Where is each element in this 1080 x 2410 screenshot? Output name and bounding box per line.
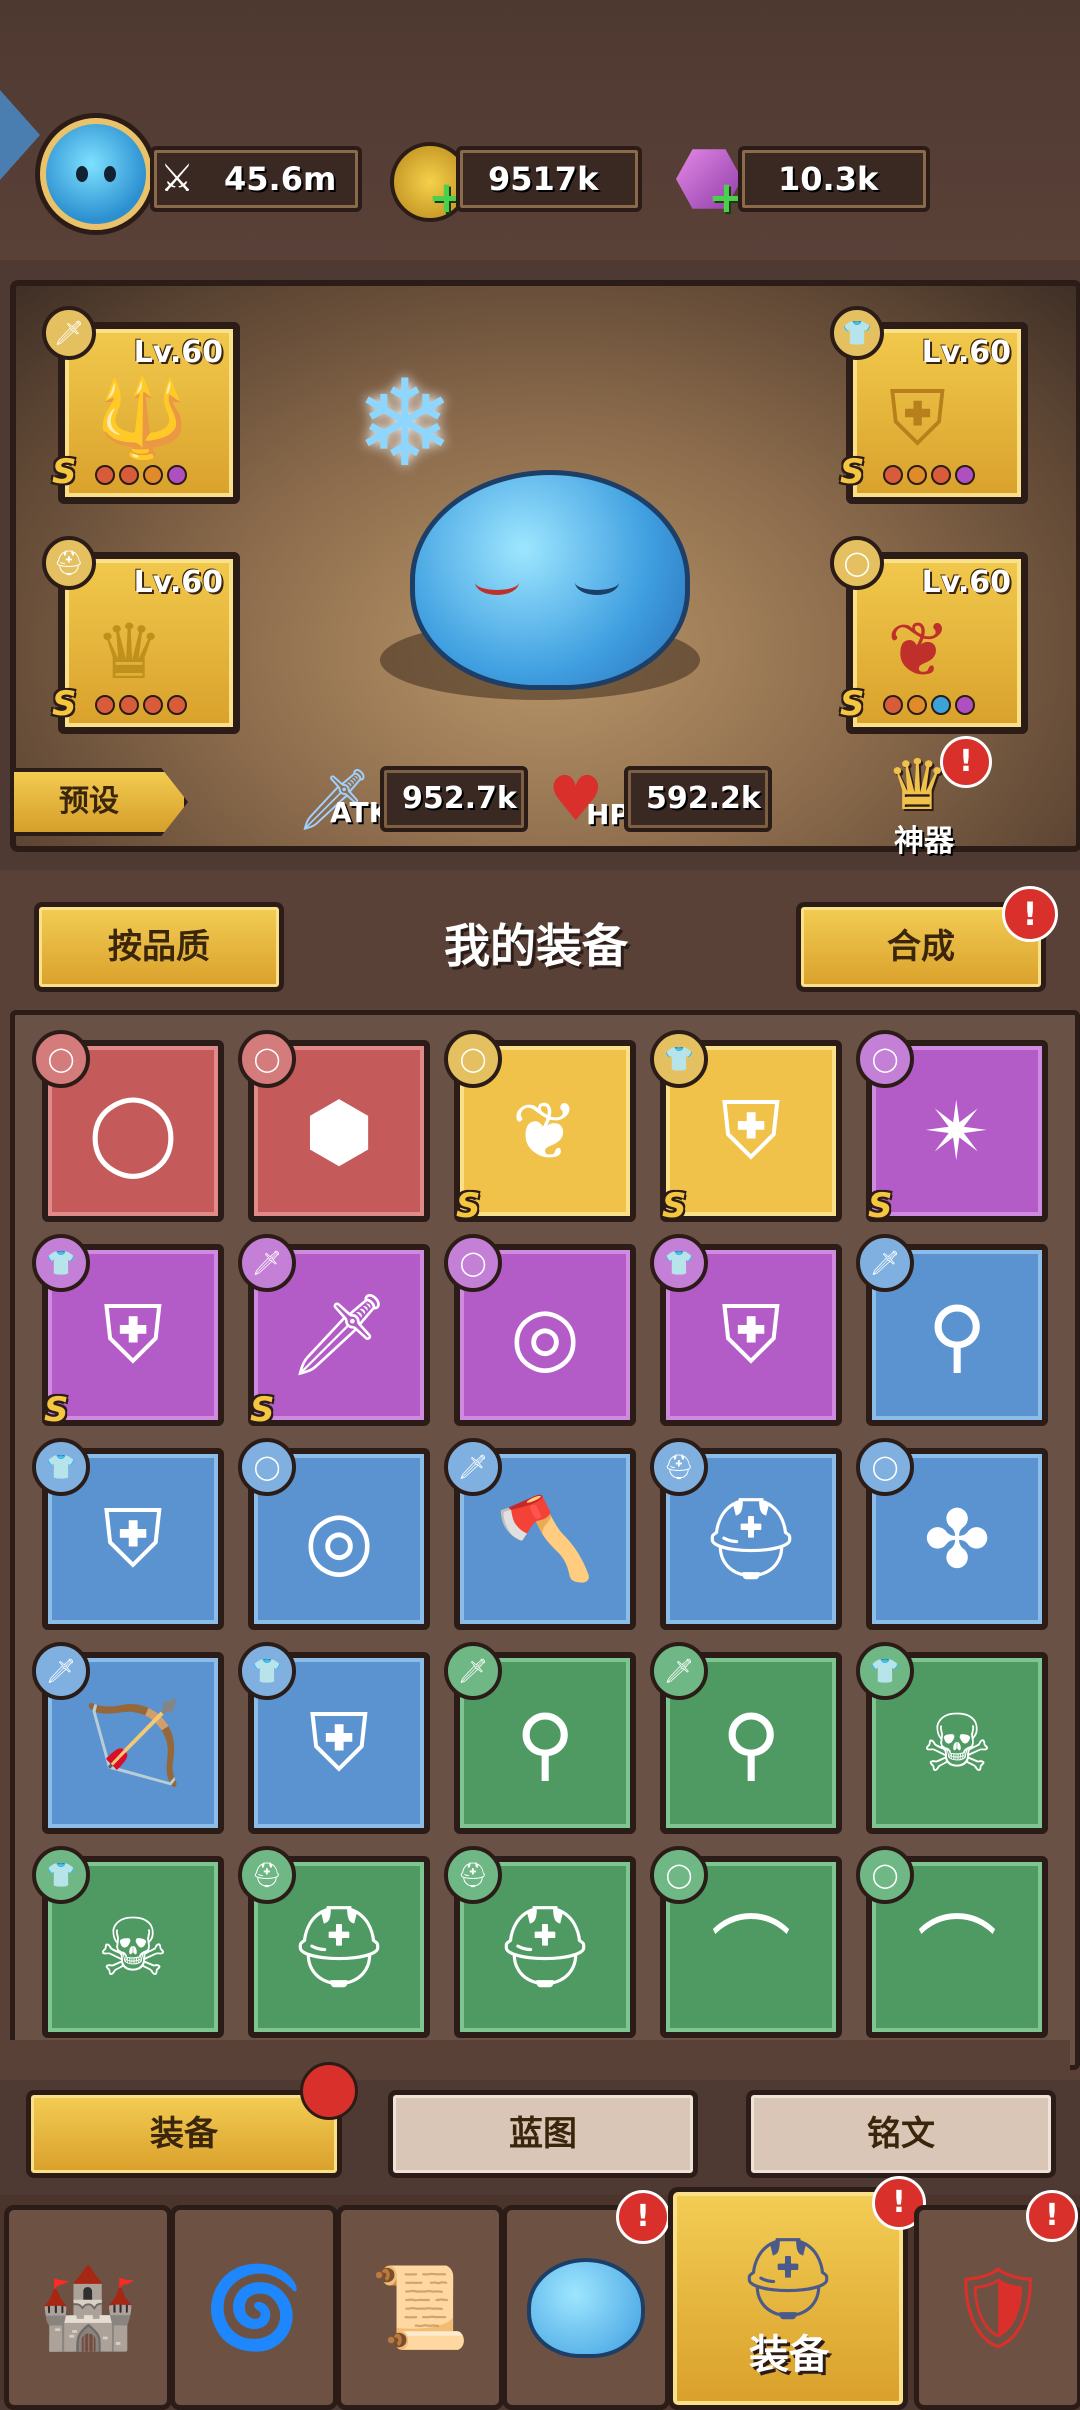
ring-type-icon: ◯: [856, 1438, 914, 1496]
grade-badge: S: [44, 1390, 69, 1430]
sword-type-icon: 🗡: [444, 1438, 502, 1496]
equipment-grid-items: ◯ ◯ ⬢ ◯ ❦ ◯ S ⛨ 👕 S ✴ ◯ S ⛨ 👕 S 🗡 🗡 S ◎ ◯ ⛨ 👕 ⚲ 🗡 ⛨ 👕 ◎ ◯ 🪓 🗡 ⛑ ⛑ ✤ ◯ 🏹 🗡 ⛨ 👕 ⚲…: [0, 0, 1080, 2060]
nav-map[interactable]: 📜: [336, 2205, 504, 2410]
equipment-item[interactable]: ✴ ◯ S: [856, 1030, 1048, 1226]
grade-badge: S: [250, 1390, 275, 1430]
equipment-item[interactable]: 🗡 🗡 S: [238, 1234, 430, 1430]
ring-type-icon: ◯: [238, 1438, 296, 1496]
armor-type-icon: 👕: [32, 1846, 90, 1904]
sword-type-icon: 🗡: [650, 1642, 708, 1700]
tab-equipment-badge: [300, 2062, 358, 2120]
nav-equipment[interactable]: ⛑ 装备: [668, 2187, 908, 2410]
equipment-item[interactable]: ❦ ◯ S: [444, 1030, 636, 1226]
equipment-item[interactable]: ⚲ 🗡: [444, 1642, 636, 1834]
armor-type-icon: 👕: [856, 1642, 914, 1700]
equipment-item[interactable]: ☠ 👕: [856, 1642, 1048, 1834]
ring-type-icon: ◯: [650, 1846, 708, 1904]
sword-type-icon: 🗡: [444, 1642, 502, 1700]
equipment-item[interactable]: ◎ ◯: [444, 1234, 636, 1426]
helmet-type-icon: ⛑: [444, 1846, 502, 1904]
ring-type-icon: ◯: [444, 1030, 502, 1088]
equipment-item[interactable]: ⛨ 👕 S: [32, 1234, 224, 1430]
tab-inscription[interactable]: 铭文: [746, 2090, 1056, 2178]
grid-scroll-fade: [10, 2040, 1070, 2080]
grade-badge: S: [868, 1186, 893, 1226]
slime-icon: [527, 2257, 645, 2358]
equipment-item[interactable]: ☠ 👕: [32, 1846, 224, 2038]
scroll-map-icon: 📜: [370, 2260, 470, 2354]
nav-slime-alert-badge: !: [616, 2190, 670, 2244]
castle-icon: 🏰: [38, 2260, 138, 2354]
equipment-item[interactable]: ⚲ 🗡: [650, 1642, 842, 1834]
guild-banner-icon: 🛡: [947, 2260, 1049, 2354]
nav-guild-alert-badge: !: [1026, 2190, 1078, 2242]
sword-type-icon: 🗡: [32, 1642, 90, 1700]
equipment-item[interactable]: ⛑ ⛑: [650, 1438, 842, 1630]
ring-type-icon: ◯: [238, 1030, 296, 1088]
equipment-item[interactable]: 🏹 🗡: [32, 1642, 224, 1834]
equipment-item[interactable]: ⛨ 👕: [32, 1438, 224, 1630]
equipment-item[interactable]: 🪓 🗡: [444, 1438, 636, 1630]
helmet-icon: ⛑: [737, 2231, 839, 2325]
ring-type-icon: ◯: [32, 1030, 90, 1088]
nav-castle[interactable]: 🏰: [4, 2205, 172, 2410]
nav-rune[interactable]: 🌀: [170, 2205, 338, 2410]
equipment-item[interactable]: ⛑ ⛑: [444, 1846, 636, 2038]
armor-type-icon: 👕: [650, 1234, 708, 1292]
grade-badge: S: [662, 1186, 687, 1226]
equipment-item[interactable]: ◯ ◯: [32, 1030, 224, 1222]
grade-badge: S: [456, 1186, 481, 1226]
nav-equipment-label: 装备: [749, 2332, 829, 2378]
equipment-item[interactable]: ⚲ 🗡: [856, 1234, 1048, 1426]
sword-type-icon: 🗡: [856, 1234, 914, 1292]
equipment-item[interactable]: ◎ ◯: [238, 1438, 430, 1630]
equipment-item[interactable]: ⌒ ◯: [856, 1846, 1048, 2038]
equipment-item[interactable]: ⛨ 👕: [650, 1234, 842, 1426]
tab-equipment[interactable]: 装备: [26, 2090, 342, 2178]
rune-stone-icon: 🌀: [204, 2260, 304, 2354]
helmet-type-icon: ⛑: [238, 1846, 296, 1904]
tab-blueprint[interactable]: 蓝图: [388, 2090, 698, 2178]
equipment-item[interactable]: ⌒ ◯: [650, 1846, 842, 2038]
helmet-type-icon: ⛑: [650, 1438, 708, 1496]
equipment-item[interactable]: ⬢ ◯: [238, 1030, 430, 1222]
armor-type-icon: 👕: [650, 1030, 708, 1088]
armor-type-icon: 👕: [238, 1642, 296, 1700]
ring-type-icon: ◯: [856, 1846, 914, 1904]
equipment-item[interactable]: ⛨ 👕: [238, 1642, 430, 1834]
ring-type-icon: ◯: [444, 1234, 502, 1292]
armor-type-icon: 👕: [32, 1234, 90, 1292]
equipment-item[interactable]: ✤ ◯: [856, 1438, 1048, 1630]
ring-type-icon: ◯: [856, 1030, 914, 1088]
armor-type-icon: 👕: [32, 1438, 90, 1496]
equipment-item[interactable]: ⛨ 👕 S: [650, 1030, 842, 1226]
equipment-item[interactable]: ⛑ ⛑: [238, 1846, 430, 2038]
sword-type-icon: 🗡: [238, 1234, 296, 1292]
